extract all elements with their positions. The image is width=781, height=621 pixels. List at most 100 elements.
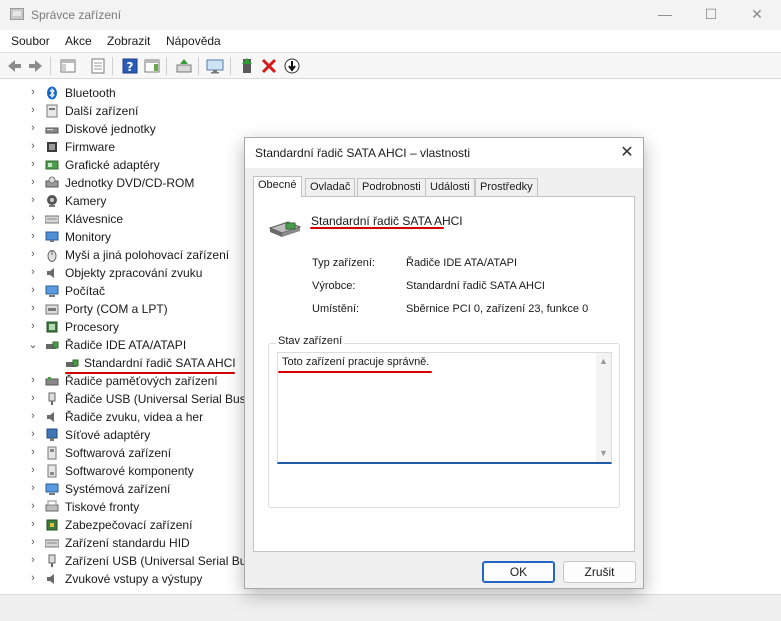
menu-zobrazit[interactable]: Zobrazit	[107, 34, 150, 48]
properties-icon[interactable]	[89, 57, 107, 75]
chevron-right-icon[interactable]: ›	[28, 194, 38, 206]
chevron-right-icon[interactable]: ›	[28, 122, 38, 134]
dialog-title-bar: Standardní řadič SATA AHCI – vlastnosti …	[245, 138, 643, 168]
menu-akce[interactable]: Akce	[65, 34, 92, 48]
help-icon[interactable]: ?	[121, 57, 139, 75]
menu-napoveda[interactable]: Nápověda	[166, 34, 221, 48]
disable-device-icon[interactable]	[283, 57, 301, 75]
properties-dialog: Standardní řadič SATA AHCI – vlastnosti …	[244, 137, 644, 589]
audio-io-icon	[45, 572, 59, 585]
update-driver-icon[interactable]	[175, 57, 193, 75]
chevron-right-icon[interactable]: ›	[28, 554, 38, 566]
dvd-drive-icon	[45, 176, 59, 189]
tree-item-label: Monitory	[65, 230, 112, 244]
chevron-right-icon[interactable]: ›	[28, 284, 38, 296]
chevron-right-icon[interactable]: ›	[28, 482, 38, 494]
maximize-button[interactable]: ☐	[688, 0, 734, 30]
tree-item-label: Bluetooth	[65, 86, 116, 100]
toolbar-separator	[198, 57, 199, 75]
dialog-close-button[interactable]: ✕	[617, 143, 637, 163]
action-pane-icon[interactable]	[143, 57, 161, 75]
display-icon[interactable]	[206, 57, 224, 75]
device-status-text: Toto zařízení pracuje správně.	[282, 356, 430, 368]
show-hide-console-tree-icon[interactable]	[59, 57, 77, 75]
tree-item-label: Řadiče USB (Universal Serial Bus)	[65, 392, 250, 406]
chevron-right-icon[interactable]: ›	[28, 212, 38, 224]
tree-item-label: Systémová zařízení	[65, 482, 171, 496]
chevron-right-icon[interactable]: ›	[28, 176, 38, 188]
manufacturer-value: Standardní řadič SATA AHCI	[406, 280, 545, 292]
chevron-right-icon[interactable]: ›	[28, 518, 38, 530]
chevron-right-icon[interactable]: ›	[28, 302, 38, 314]
port-icon	[45, 302, 59, 315]
tree-item-label: Tiskové fronty	[65, 500, 140, 514]
audio-processing-icon	[45, 266, 59, 279]
chevron-right-icon[interactable]: ›	[28, 392, 38, 404]
chevron-right-icon[interactable]: ›	[28, 464, 38, 476]
tab-ovladac[interactable]: Ovladač	[305, 178, 356, 196]
tree-item-label: Řadiče zvuku, videa a her	[65, 410, 204, 424]
device-type-value: Řadiče IDE ATA/ATAPI	[406, 257, 518, 269]
chevron-right-icon[interactable]: ›	[28, 500, 38, 512]
cancel-button[interactable]: Zrušit	[563, 561, 636, 583]
chevron-right-icon[interactable]: ›	[28, 536, 38, 548]
tab-prostredky[interactable]: Prostředky	[475, 178, 538, 196]
tab-obecne[interactable]: Obecné	[253, 176, 302, 197]
chevron-right-icon[interactable]: ›	[28, 410, 38, 422]
chevron-right-icon[interactable]: ›	[28, 86, 38, 98]
minimize-button[interactable]: —	[642, 0, 688, 30]
red-underline-annotation	[310, 227, 444, 229]
scroll-up-icon[interactable]: ▲	[598, 356, 609, 366]
close-button[interactable]: ✕	[734, 0, 780, 30]
usb-device-icon	[45, 554, 59, 567]
title-bar: Správce zařízení — ☐ ✕	[0, 0, 781, 30]
status-scrollbar[interactable]: ▲ ▼	[596, 353, 611, 462]
tree-item-label: Procesory	[65, 320, 120, 334]
chevron-right-icon[interactable]: ›	[28, 320, 38, 332]
sound-controller-icon	[45, 410, 59, 423]
scroll-down-icon[interactable]: ▼	[598, 448, 609, 458]
toolbar-separator	[50, 57, 51, 75]
manufacturer-label: Výrobce:	[312, 280, 356, 292]
chevron-right-icon[interactable]: ›	[28, 374, 38, 386]
tree-item-label: Diskové jednotky	[65, 122, 156, 136]
forward-arrow-icon[interactable]	[27, 57, 45, 75]
tree-item-label: Počítač	[65, 284, 106, 298]
camera-icon	[45, 194, 59, 207]
chevron-right-icon[interactable]: ›	[28, 428, 38, 440]
chevron-down-icon[interactable]: ⌄	[28, 338, 38, 351]
toolbar-separator	[166, 57, 167, 75]
tree-item-label: Grafické adaptéry	[65, 158, 160, 172]
chevron-right-icon[interactable]: ›	[28, 248, 38, 260]
tree-item-label: Softwarová zařízení	[65, 446, 172, 460]
chevron-right-icon[interactable]: ›	[28, 446, 38, 458]
chevron-right-icon[interactable]: ›	[28, 230, 38, 242]
menu-soubor[interactable]: Soubor	[11, 34, 50, 48]
uninstall-device-icon[interactable]	[260, 57, 278, 75]
tree-item-label: Klávesnice	[65, 212, 124, 226]
chevron-right-icon[interactable]: ›	[28, 572, 38, 584]
system-device-icon	[45, 482, 59, 495]
tree-item-label: Kamery	[65, 194, 107, 208]
device-name: Standardní řadič SATA AHCI	[311, 214, 463, 228]
device-status-textbox[interactable]: Toto zařízení pracuje správně. ▲ ▼	[277, 352, 612, 464]
chevron-right-icon[interactable]: ›	[28, 158, 38, 170]
chevron-right-icon[interactable]: ›	[28, 104, 38, 116]
back-arrow-icon[interactable]	[5, 57, 23, 75]
red-underline-annotation	[278, 371, 432, 373]
tree-item-label: Řadiče paměťových zařízení	[65, 374, 218, 388]
tab-udalosti[interactable]: Události	[425, 178, 475, 196]
sata-controller-icon	[268, 218, 302, 240]
chevron-right-icon[interactable]: ›	[28, 266, 38, 278]
tree-item-label: Jednotky DVD/CD-ROM	[65, 176, 195, 190]
chevron-right-icon[interactable]: ›	[28, 140, 38, 152]
keyboard-icon	[44, 212, 60, 225]
device-status-group-label: Stav zařízení	[276, 335, 345, 347]
tree-item-label: Zařízení standardu HID	[65, 536, 190, 550]
enable-device-icon[interactable]	[238, 57, 256, 75]
tab-podrobnosti[interactable]: Podrobnosti	[357, 178, 426, 196]
ok-button[interactable]: OK	[482, 561, 555, 583]
sata-controller-icon	[65, 356, 79, 369]
other-devices-icon	[45, 104, 59, 118]
svg-text:?: ?	[127, 60, 134, 74]
